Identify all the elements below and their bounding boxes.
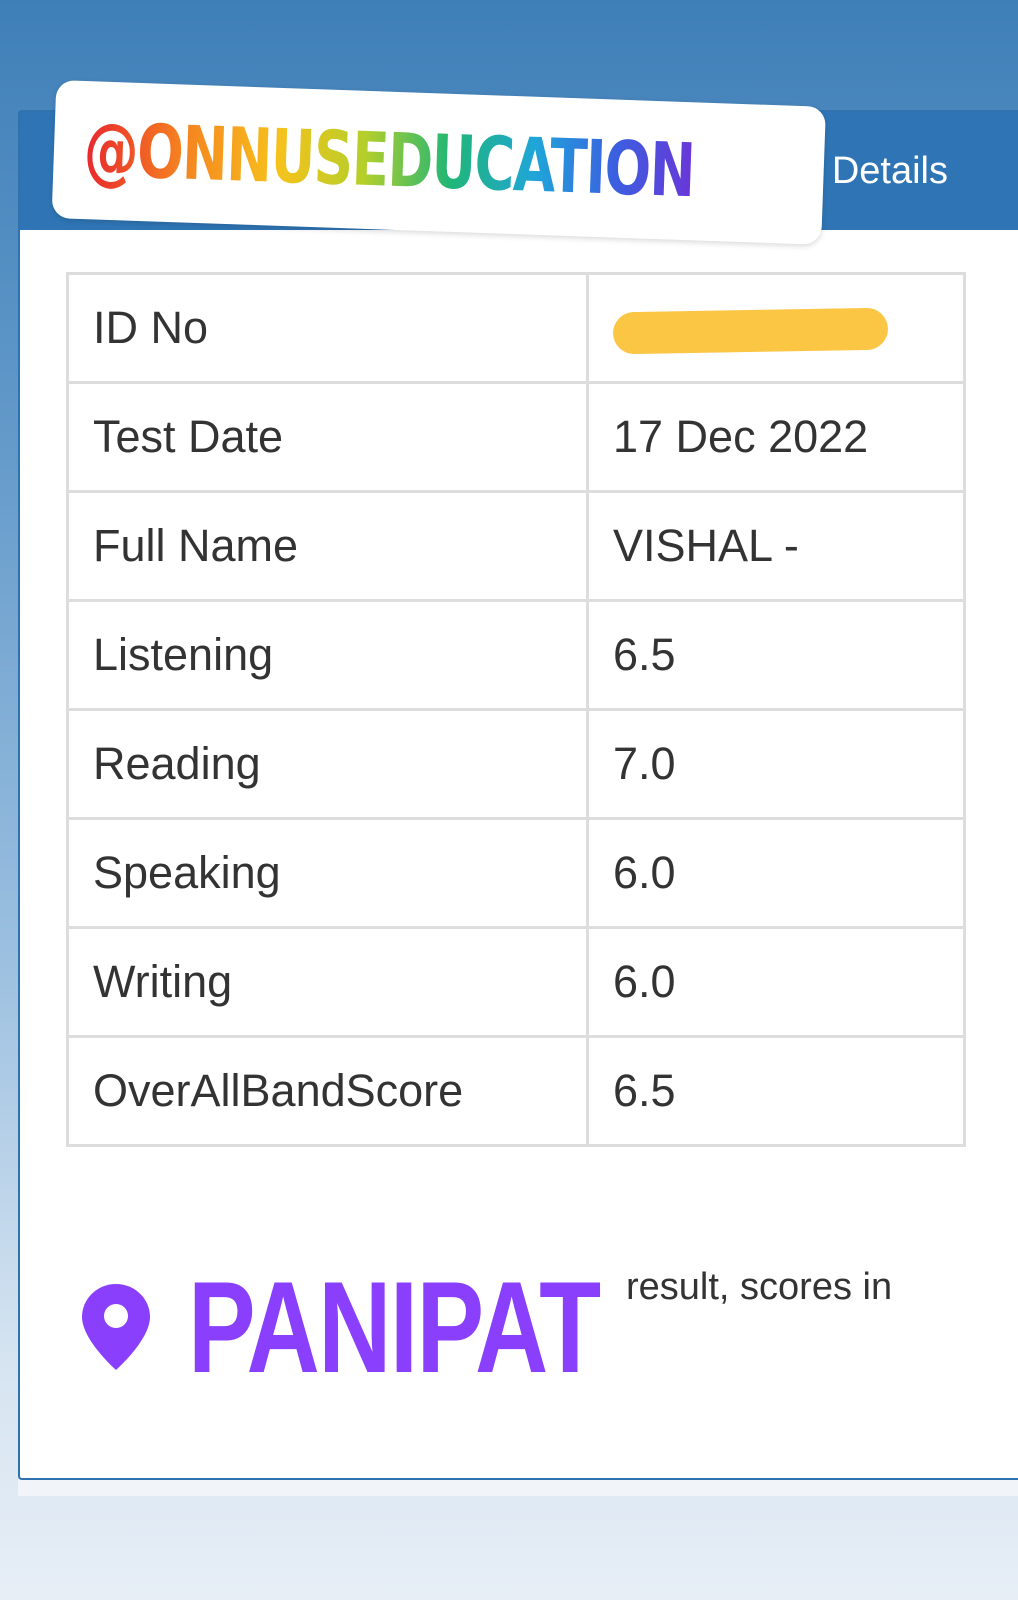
row-label: Full Name <box>66 490 589 602</box>
row-label: Reading <box>66 708 589 820</box>
row-label: Speaking <box>66 817 589 929</box>
row-value: 6.5 <box>586 1035 966 1147</box>
location-sticker[interactable]: PANIPAT <box>80 1254 716 1400</box>
row-value: 17 Dec 2022 <box>586 381 966 493</box>
redaction-mark <box>612 307 889 355</box>
row-value: 6.0 <box>586 926 966 1038</box>
sticker-handle-text: @ONNUSEDUCATION <box>82 107 696 215</box>
id-value-cell <box>586 272 966 384</box>
row-value: VISHAL - <box>586 490 966 602</box>
header-title: Details <box>831 150 948 192</box>
row-label: OverAllBandScore <box>66 1035 589 1147</box>
row-label: ID No <box>66 272 589 384</box>
row-label: Test Date <box>66 381 589 493</box>
row-value: 6.0 <box>586 817 966 929</box>
table-row: OverAllBandScore 6.5 <box>66 1035 966 1147</box>
threads-handle-sticker[interactable]: @ONNUSEDUCATION <box>51 80 826 245</box>
row-label: Listening <box>66 599 589 711</box>
card-bottom-strip <box>18 1480 1018 1496</box>
footer-note: result, scores in <box>626 1266 893 1308</box>
table-row: Reading 7.0 <box>66 708 966 820</box>
table-row: Test Date 17 Dec 2022 <box>66 381 966 493</box>
table-row: Speaking 6.0 <box>66 817 966 929</box>
table-row: Listening 6.5 <box>66 599 966 711</box>
table-row: Writing 6.0 <box>66 926 966 1038</box>
location-text: PANIPAT <box>188 1254 601 1400</box>
row-value: 7.0 <box>586 708 966 820</box>
row-value: 6.5 <box>586 599 966 711</box>
table-row: ID No <box>66 272 966 384</box>
row-label: Writing <box>66 926 589 1038</box>
map-pin-icon <box>82 1284 150 1370</box>
results-table: ID No Test Date 17 Dec 2022 Full Name VI… <box>66 272 966 1147</box>
table-row: Full Name VISHAL - <box>66 490 966 602</box>
